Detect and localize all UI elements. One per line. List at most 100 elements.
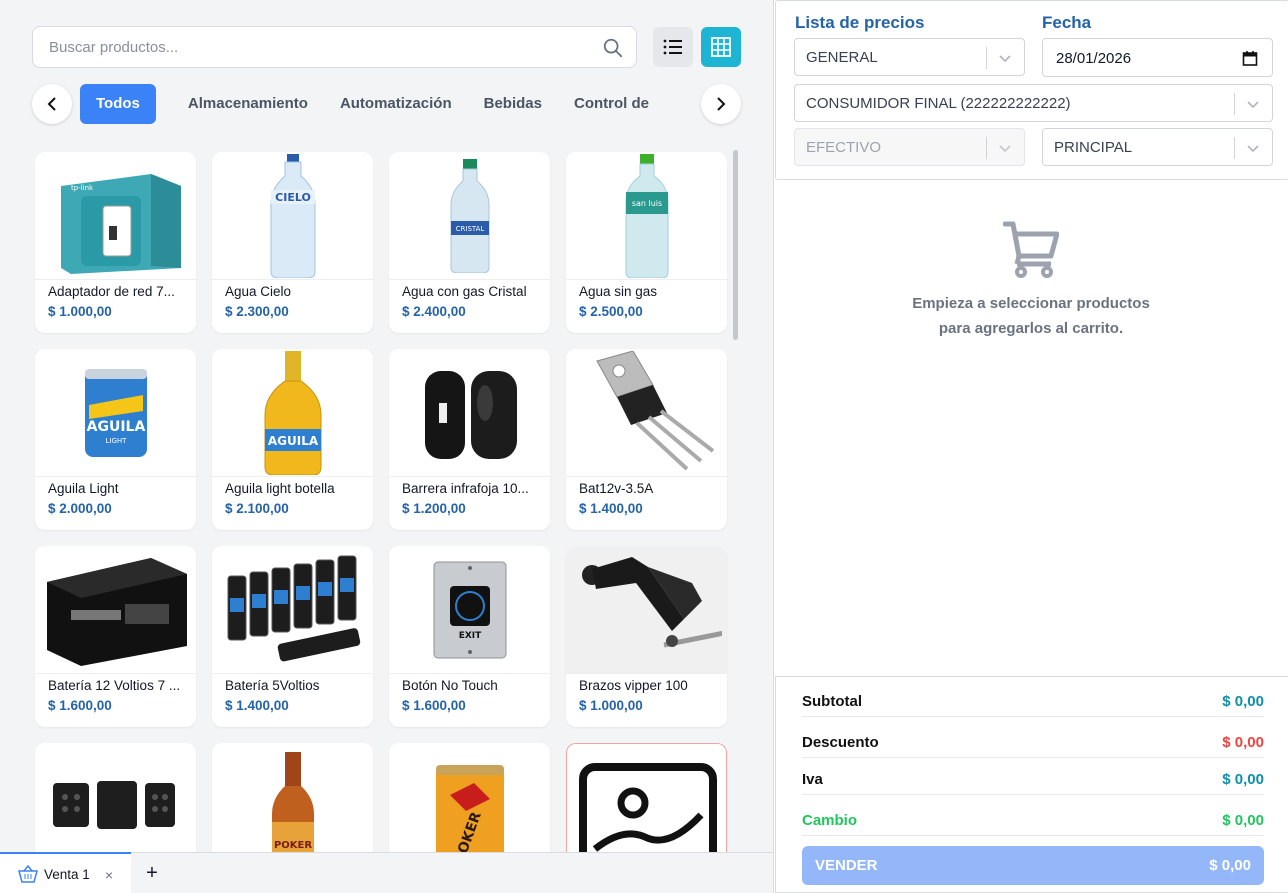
product-card[interactable]: Barrera infrafoja 10... $ 1.200,00 bbox=[389, 349, 550, 530]
product-pane: Todos AlmacenamientoAutomatizaciónBebidas… bbox=[0, 0, 773, 852]
product-price: $ 1.200,00 bbox=[402, 501, 466, 516]
calendar-icon[interactable] bbox=[1242, 50, 1258, 66]
chevron-down-icon bbox=[999, 145, 1011, 153]
svg-text:tp-link: tp-link bbox=[71, 184, 94, 192]
product-image: tp-link bbox=[35, 152, 196, 280]
search-box bbox=[32, 26, 637, 68]
product-price: $ 1.600,00 bbox=[402, 698, 466, 713]
price-list-value: GENERAL bbox=[806, 49, 878, 66]
discount-value: $ 0,00 bbox=[1222, 734, 1264, 751]
product-image bbox=[566, 349, 727, 477]
iva-row: Iva $ 0,00 bbox=[802, 765, 1264, 795]
empty-cart-line1: Empieza a seleccionar productos bbox=[912, 295, 1150, 312]
product-price: $ 1.400,00 bbox=[579, 501, 643, 516]
date-input[interactable]: 28/01/2026 bbox=[1042, 38, 1273, 77]
product-image bbox=[212, 546, 373, 674]
product-card[interactable]: tp-link Adaptador de red 7... $ 1.000,00 bbox=[35, 152, 196, 333]
empty-cart-message: Empieza a seleccionar productos para agr… bbox=[774, 291, 1288, 341]
product-name: Batería 12 Voltios 7 ... bbox=[48, 678, 181, 693]
product-image: CIELO bbox=[212, 152, 373, 280]
product-image: POKER bbox=[389, 743, 550, 852]
svg-text:POKER: POKER bbox=[273, 840, 311, 851]
category-tab[interactable]: Bebidas bbox=[468, 84, 558, 124]
product-card[interactable]: Brazos vipper 100 $ 1.000,00 bbox=[566, 546, 727, 727]
price-list-select[interactable]: GENERAL bbox=[794, 38, 1025, 76]
payment-method-select[interactable]: EFECTIVO bbox=[794, 128, 1025, 166]
category-tab[interactable]: Control de bbox=[558, 84, 665, 124]
product-price: $ 2.500,00 bbox=[579, 304, 643, 319]
product-card[interactable]: Batería 5Voltios $ 1.400,00 bbox=[212, 546, 373, 727]
product-price: $ 1.600,00 bbox=[48, 698, 112, 713]
customer-value: CONSUMIDOR FINAL (222222222222) bbox=[806, 95, 1071, 112]
svg-text:CIELO: CIELO bbox=[275, 191, 311, 204]
product-image bbox=[35, 743, 196, 852]
search-input[interactable] bbox=[49, 27, 589, 67]
product-grid-scrollbar[interactable] bbox=[733, 150, 738, 340]
warehouse-value: PRINCIPAL bbox=[1054, 139, 1133, 156]
chevron-down-icon bbox=[1247, 145, 1259, 153]
product-card[interactable]: EXIT Botón No Touch $ 1.600,00 bbox=[389, 546, 550, 727]
product-image: CRISTAL bbox=[389, 152, 550, 280]
change-label: Cambio bbox=[802, 812, 858, 829]
product-name: Aguila Light bbox=[48, 481, 119, 496]
product-price: $ 2.100,00 bbox=[225, 501, 289, 516]
sell-button[interactable]: VENDER $ 0,00 bbox=[802, 846, 1264, 885]
svg-text:LIGHT: LIGHT bbox=[105, 437, 127, 445]
category-prev-button[interactable] bbox=[32, 84, 72, 124]
chevron-left-icon bbox=[47, 97, 56, 111]
customer-select[interactable]: CONSUMIDOR FINAL (222222222222) bbox=[794, 84, 1273, 122]
product-image: AGUILA LIGHT bbox=[35, 349, 196, 477]
product-image bbox=[35, 546, 196, 674]
close-tab-icon[interactable]: × bbox=[105, 867, 113, 883]
product-price: $ 2.400,00 bbox=[402, 304, 466, 319]
product-card[interactable]: AGUILA LIGHT Aguila Light $ 2.000,00 bbox=[35, 349, 196, 530]
iva-label: Iva bbox=[802, 771, 823, 788]
product-price: $ 1.400,00 bbox=[225, 698, 289, 713]
category-tabs: Todos Almacenamiento Automatización Bebidas… bbox=[80, 84, 701, 124]
product-card[interactable]: CRISTAL Agua con gas Cristal $ 2.400,00 bbox=[389, 152, 550, 333]
product-card[interactable] bbox=[566, 743, 727, 852]
svg-text:CRISTAL: CRISTAL bbox=[455, 225, 484, 233]
empty-cart: Empieza a seleccionar productos para agr… bbox=[774, 220, 1288, 341]
sale-tab[interactable]: Venta 1 × bbox=[0, 852, 131, 893]
discount-row: Descuento $ 0,00 bbox=[802, 728, 1264, 758]
sell-button-total: $ 0,00 bbox=[1209, 857, 1251, 874]
product-card[interactable]: POKER bbox=[212, 743, 373, 852]
select-separator bbox=[1234, 137, 1235, 159]
product-card[interactable]: Batería 12 Voltios 7 ... $ 1.600,00 bbox=[35, 546, 196, 727]
add-tab-button[interactable]: + bbox=[142, 863, 162, 883]
select-separator bbox=[986, 137, 987, 159]
product-name: Botón No Touch bbox=[402, 678, 498, 693]
date-value: 28/01/2026 bbox=[1056, 50, 1132, 67]
product-card[interactable]: Bat12v-3.5A $ 1.400,00 bbox=[566, 349, 727, 530]
category-tab[interactable]: Almacenamiento bbox=[172, 84, 324, 124]
product-card[interactable]: AGUILA Aguila light botella $ 2.100,00 bbox=[212, 349, 373, 530]
sale-tabs-bar: Venta 1 × + bbox=[0, 852, 773, 893]
product-price: $ 2.300,00 bbox=[225, 304, 289, 319]
product-grid: tp-link Adaptador de red 7... $ 1.000,00… bbox=[32, 148, 742, 852]
product-card[interactable]: POKER bbox=[389, 743, 550, 852]
list-view-button[interactable] bbox=[653, 27, 693, 67]
totals-panel: Subtotal $ 0,00 Descuento $ 0,00 Iva $ 0… bbox=[775, 676, 1288, 893]
product-price: $ 1.000,00 bbox=[579, 698, 643, 713]
search-icon[interactable] bbox=[602, 37, 624, 59]
change-value: $ 0,00 bbox=[1222, 812, 1264, 829]
product-card[interactable] bbox=[35, 743, 196, 852]
subtotal-value: $ 0,00 bbox=[1222, 693, 1264, 710]
iva-value: $ 0,00 bbox=[1222, 771, 1264, 788]
product-image bbox=[389, 349, 550, 477]
grid-icon bbox=[711, 37, 731, 57]
product-card[interactable]: CIELO Agua Cielo $ 2.300,00 bbox=[212, 152, 373, 333]
cart-icon bbox=[1003, 221, 1059, 278]
svg-text:AGUILA: AGUILA bbox=[267, 434, 318, 448]
select-separator bbox=[1234, 93, 1235, 115]
empty-cart-line2: para agregarlos al carrito. bbox=[938, 320, 1124, 337]
category-next-button[interactable] bbox=[701, 84, 741, 124]
warehouse-select[interactable]: PRINCIPAL bbox=[1042, 128, 1273, 166]
product-card[interactable]: san luis Agua sin gas $ 2.500,00 bbox=[566, 152, 727, 333]
category-tab[interactable]: Todos bbox=[80, 84, 156, 124]
grid-view-button[interactable] bbox=[701, 27, 741, 67]
product-name: Adaptador de red 7... bbox=[48, 284, 175, 299]
category-tab[interactable]: Automatización bbox=[324, 84, 468, 124]
chevron-right-icon bbox=[717, 97, 726, 111]
